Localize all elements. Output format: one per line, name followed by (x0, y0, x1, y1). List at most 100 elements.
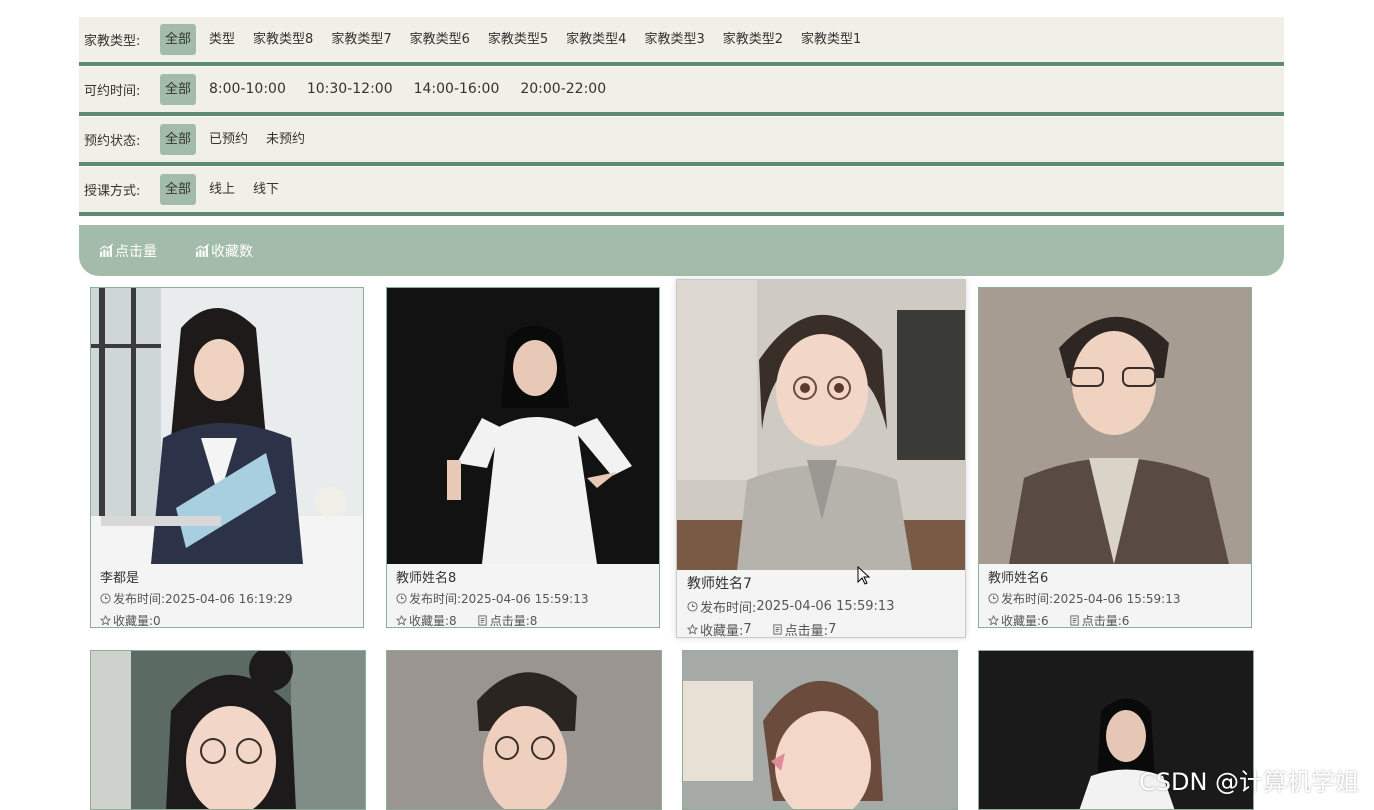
portrait-anime-woman-glasses-image (677, 280, 965, 570)
teacher-card[interactable] (90, 650, 366, 810)
filter-row: 授课方式: 全部 线上 线下 (79, 167, 1284, 216)
star-icon (396, 615, 407, 626)
filter-panel: 家教类型: 全部 类型 家教类型8 家教类型7 家教类型6 家教类型5 家教类型4 家教类型3 家… (79, 17, 1284, 216)
portrait-anime-boy-glasses-image (387, 651, 661, 809)
publish-time-value: 2025-04-06 16:19:29 (165, 591, 293, 606)
filter-option[interactable]: 20:00-22:00 (515, 74, 611, 105)
teacher-photo (677, 280, 965, 570)
clicks-label: 点击量: (489, 614, 530, 628)
clicks-count: 7 (828, 622, 837, 637)
filter-option[interactable]: 全部 (160, 174, 197, 205)
filter-row: 家教类型: 全部 类型 家教类型8 家教类型7 家教类型6 家教类型5 家教类型4 家教类型3 家… (79, 17, 1284, 66)
publish-time-label: 发布时间: (113, 592, 166, 606)
teacher-card[interactable] (682, 650, 958, 810)
card-stats: 收藏量: 0 (100, 612, 161, 628)
favorites-count: 8 (449, 613, 457, 628)
publish-time-label: 发布时间: (700, 601, 757, 616)
mouse-cursor-icon (857, 566, 871, 585)
teacher-photo (91, 288, 363, 564)
filter-option[interactable]: 家教类型5 (483, 24, 553, 55)
star-icon (100, 615, 111, 626)
sort-by-clicks-button[interactable]: 点击量 (100, 241, 157, 261)
clicks-count: 6 (1121, 613, 1130, 628)
favorites-label: 收藏量: (1001, 614, 1042, 628)
publish-time: 发布时间: 2025-04-06 15:59:13 (687, 597, 894, 616)
filter-row: 可约时间: 全部 8:00-10:00 10:30-12:00 14:00-16:00 2… (79, 67, 1284, 116)
sort-by-favorites-button[interactable]: 收藏数 (196, 241, 253, 261)
teacher-name: 教师姓名6 (988, 571, 1049, 586)
teacher-name: 李都是 (100, 571, 140, 586)
document-icon (773, 624, 782, 635)
favorites-label: 收藏量: (113, 614, 154, 628)
star-icon (988, 615, 999, 626)
portrait-woman-white-dress-image (387, 288, 659, 564)
teacher-photo (979, 288, 1251, 564)
clicks-label: 点击量: (784, 624, 829, 638)
clicks-stat: 点击量: 6 (1069, 612, 1130, 628)
clicks-count: 8 (529, 613, 538, 628)
teacher-card[interactable]: 教师姓名6 发布时间: 2025-04-06 15:59:13 收藏量: 6 点击量… (978, 287, 1252, 628)
card-stats: 收藏量: 8 点击量: 8 (396, 612, 538, 628)
watermark: CSDN @计算机学姐 (1139, 768, 1360, 796)
portrait-anime-man-glasses-image (979, 288, 1251, 564)
filter-option[interactable]: 全部 (160, 124, 197, 155)
filter-option[interactable]: 家教类型7 (326, 24, 396, 55)
teacher-card[interactable]: 李都是 发布时间: 2025-04-06 16:19:29 收藏量: 0 (90, 287, 364, 628)
filter-option[interactable]: 8:00-10:00 (204, 74, 291, 105)
filter-option[interactable]: 家教类型1 (796, 24, 866, 55)
publish-time-value: 2025-04-06 15:59:13 (1053, 591, 1181, 606)
favorites-count: 7 (743, 622, 752, 637)
card-stats: 收藏量: 6 点击量: 6 (988, 612, 1130, 628)
card-stats: 收藏量: 7 点击量: 7 (687, 620, 837, 638)
favorites-label: 收藏量: (700, 624, 744, 638)
publish-time: 发布时间: 2025-04-06 15:59:13 (988, 590, 1181, 607)
document-icon (1070, 615, 1079, 626)
teacher-name: 教师姓名8 (396, 571, 457, 586)
teacher-card[interactable]: 教师姓名7 发布时间: 2025-04-06 15:59:13 收藏量: 7 点击量… (676, 279, 966, 638)
clock-icon (396, 593, 407, 604)
favorites-count: 0 (153, 613, 161, 628)
filter-option[interactable]: 未预约 (261, 124, 310, 155)
filter-label: 家教类型: (84, 34, 141, 49)
filter-option[interactable]: 家教类型4 (561, 24, 631, 55)
filter-option[interactable]: 家教类型8 (248, 24, 318, 55)
filter-option[interactable]: 类型 (204, 24, 240, 55)
clicks-stat: 点击量: 8 (477, 612, 538, 628)
teacher-card[interactable] (386, 650, 662, 810)
teacher-name: 教师姓名7 (687, 576, 752, 592)
document-icon (478, 615, 487, 626)
star-icon (687, 624, 698, 635)
filter-option[interactable]: 已预约 (204, 124, 253, 155)
clicks-label: 点击量: (1081, 614, 1122, 628)
filter-option[interactable]: 全部 (160, 24, 197, 55)
filter-option[interactable]: 家教类型6 (405, 24, 475, 55)
clock-icon (687, 601, 698, 612)
filter-option[interactable]: 全部 (160, 74, 197, 105)
filter-label: 预约状态: (84, 134, 141, 149)
portrait-anime-woman-smile-image (683, 651, 957, 809)
clicks-stat: 点击量: 7 (772, 620, 837, 638)
publish-time: 发布时间: 2025-04-06 15:59:13 (396, 590, 589, 607)
filter-option[interactable]: 线上 (204, 174, 240, 205)
filter-option[interactable]: 家教类型3 (639, 24, 709, 55)
publish-time-value: 2025-04-06 15:59:13 (756, 599, 895, 614)
teacher-card[interactable]: 教师姓名8 发布时间: 2025-04-06 15:59:13 收藏量: 8 点击量… (386, 287, 660, 628)
clock-icon (988, 593, 999, 604)
chart-icon (100, 244, 113, 257)
teacher-photo (387, 288, 659, 564)
portrait-anime-woman-bun-image (91, 651, 365, 809)
filter-label: 可约时间: (84, 84, 141, 99)
publish-time-label: 发布时间: (409, 592, 462, 606)
publish-time: 发布时间: 2025-04-06 16:19:29 (100, 590, 293, 607)
portrait-woman-office-image (91, 288, 363, 564)
publish-time-label: 发布时间: (1001, 592, 1054, 606)
filter-option[interactable]: 线下 (248, 174, 284, 205)
favorites-count: 6 (1041, 613, 1049, 628)
filter-option[interactable]: 14:00-16:00 (409, 74, 505, 105)
sort-clicks-label: 点击量 (115, 243, 157, 260)
filter-option[interactable]: 家教类型2 (718, 24, 788, 55)
filter-option[interactable]: 10:30-12:00 (302, 74, 398, 105)
sort-favorites-label: 收藏数 (211, 243, 253, 260)
sort-bar: 点击量 收藏数 (79, 225, 1284, 276)
clock-icon (100, 593, 111, 604)
